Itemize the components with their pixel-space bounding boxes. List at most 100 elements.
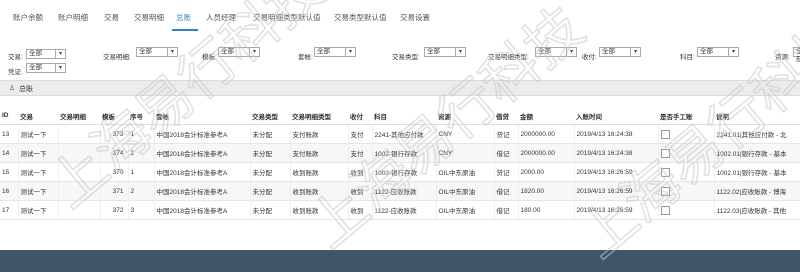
tab-general-ledger[interactable]: 总账 xyxy=(176,12,191,23)
table-header-row: ID 交易 交易明细 模板 序号 套帐 交易类型 交易明细类型 收付 科目 资源… xyxy=(0,107,800,125)
chevron-down-icon: ▾ xyxy=(630,48,640,56)
filter-select-resource[interactable]: 全部 xyxy=(793,47,800,63)
col-header-posting-time[interactable]: 入账时间 xyxy=(574,107,658,125)
tab-type-defaults[interactable]: 交易类型默认值 xyxy=(334,12,387,23)
filter-label-transaction: 交易: xyxy=(8,54,23,61)
cell-account: 1002-银行存款 xyxy=(372,162,437,182)
cell-id: 17 xyxy=(0,200,19,220)
filter-value-template: 全部 xyxy=(221,48,234,55)
filter-value-pay-receive: 全部 xyxy=(602,48,615,55)
col-header-description[interactable]: 说明 xyxy=(714,107,800,125)
filter-select-detail-type[interactable]: 全部 ▾ xyxy=(535,47,577,57)
active-tab-indicator xyxy=(172,29,198,31)
cell-transaction: 测试一下 xyxy=(18,143,59,163)
chevron-down-icon: ▾ xyxy=(249,48,259,56)
filter-value-ledger: 全部 xyxy=(317,48,330,55)
table-row[interactable]: 16 测试一下 371 2 中国2018会计标准参考A 未分配 收到账款 收到 … xyxy=(0,181,800,201)
manual-checkbox[interactable] xyxy=(660,167,670,177)
manual-checkbox[interactable] xyxy=(660,129,670,139)
filter-select-template[interactable]: 全部 ▾ xyxy=(218,47,260,57)
filter-value-transaction-detail: 全部 xyxy=(139,48,152,55)
cell-posting-time: 2019/4/13 16:26:59 xyxy=(574,181,659,201)
col-header-transaction-detail[interactable]: 交易明细 xyxy=(58,107,100,125)
filter-select-account[interactable]: 全部 ▾ xyxy=(697,47,739,57)
cell-template: 373 xyxy=(100,124,129,144)
col-header-ledger[interactable]: 套帐 xyxy=(154,107,250,125)
table-row[interactable]: 17 测试一下 372 3 中国2018会计标准参考A 未分配 收到账款 收到 … xyxy=(0,200,800,220)
cell-account: 1122-应收账款 xyxy=(372,200,437,220)
cell-ledger: 中国2018会计标准参考A xyxy=(154,143,251,163)
filter-value-transaction: 全部 xyxy=(29,50,42,57)
cell-description: 2241.01|其他应付款 - 北 xyxy=(714,124,800,144)
filter-label-detail-type: 交易明细类型: xyxy=(488,54,529,61)
col-header-transaction[interactable]: 交易 xyxy=(18,107,58,125)
cell-transaction-type: 未分配 xyxy=(250,162,291,182)
tab-person-manager[interactable]: 人员经理 xyxy=(206,12,236,23)
filter-label-account: 科目: xyxy=(680,54,695,61)
cell-detail-type: 收到账款 xyxy=(290,162,349,182)
col-header-resource[interactable]: 资源 xyxy=(436,107,494,125)
user-icon: ♙ xyxy=(9,85,16,92)
cell-amount: 180.00 xyxy=(518,200,575,220)
filter-select-transaction-type[interactable]: 全部 ▾ xyxy=(424,47,466,57)
cell-description: 1122.03|应收账款 - 其他 xyxy=(714,200,800,220)
manual-checkbox[interactable] xyxy=(660,186,670,196)
cell-seq: 2 xyxy=(128,181,155,201)
col-header-detail-type[interactable]: 交易明细类型 xyxy=(290,107,348,125)
col-header-template[interactable]: 模板 xyxy=(100,107,128,125)
cell-seq: 2 xyxy=(128,143,155,163)
table-row[interactable]: 15 测试一下 370 1 中国2018会计标准参考A 未分配 收到账款 收到 … xyxy=(0,162,800,182)
col-header-pay-receive[interactable]: 收付 xyxy=(348,107,372,125)
tab-transaction-detail[interactable]: 交易明细 xyxy=(134,12,164,23)
col-header-debit-credit[interactable]: 借贷 xyxy=(494,107,518,125)
filter-label-transaction-type: 交易类型: xyxy=(392,54,420,61)
cell-ledger: 中国2018会计标准参考A xyxy=(154,162,251,182)
cell-transaction-type: 未分配 xyxy=(250,200,291,220)
cell-seq: 3 xyxy=(128,200,155,220)
tab-account-detail[interactable]: 账户明细 xyxy=(58,12,88,23)
cell-pay-receive: 收到 xyxy=(348,162,373,182)
col-header-seq[interactable]: 序号 xyxy=(128,107,154,125)
filter-select-ledger[interactable]: 全部 ▾ xyxy=(314,47,356,57)
filter-select-transaction-detail[interactable]: 全部 ▾ xyxy=(136,47,178,57)
tab-transaction-settings[interactable]: 交易设置 xyxy=(400,12,430,23)
cell-transaction: 测试一下 xyxy=(18,200,59,220)
col-header-manual[interactable]: 是否手工账 xyxy=(658,107,714,125)
cell-account: 1122-应收账款 xyxy=(372,181,437,201)
col-header-id[interactable]: ID xyxy=(0,107,18,125)
filter-value-account: 全部 xyxy=(700,48,713,55)
cell-description: 1002.01|银行存款 - 基本 xyxy=(714,162,800,182)
tab-transaction[interactable]: 交易 xyxy=(104,12,119,23)
col-header-account[interactable]: 科目 xyxy=(372,107,436,125)
cell-resource: OIL中东原油 xyxy=(436,200,495,220)
col-header-amount[interactable]: 金额 xyxy=(518,107,574,125)
cell-manual xyxy=(658,124,715,144)
filter-value-voucher: 全部 xyxy=(29,64,42,71)
manual-checkbox[interactable] xyxy=(660,205,670,215)
col-header-transaction-type[interactable]: 交易类型 xyxy=(250,107,290,125)
table-row[interactable]: 13 测试一下 373 1 中国2018会计标准参考A 未分配 支付账款 支付 … xyxy=(0,124,800,144)
cell-transaction: 测试一下 xyxy=(18,162,59,182)
manual-checkbox[interactable] xyxy=(660,148,670,158)
tab-detail-type-defaults[interactable]: 交易明细类型默认值 xyxy=(253,12,321,23)
cell-transaction-type: 未分配 xyxy=(250,143,291,163)
chevron-down-icon: ▾ xyxy=(566,48,576,56)
table-row[interactable]: 14 测试一下 374 2 中国2018会计标准参考A 未分配 支付账款 支付 … xyxy=(0,143,800,163)
cell-transaction-detail xyxy=(58,124,101,144)
chevron-down-icon: ▾ xyxy=(728,48,738,56)
cell-debit-credit: 借记 xyxy=(494,143,519,163)
cell-template: 372 xyxy=(100,200,129,220)
cell-resource: CNY xyxy=(436,143,495,163)
filter-select-transaction[interactable]: 全部 ▾ xyxy=(26,49,66,59)
top-tab-bar: 账户余额 账户明细 交易 交易明细 总账 人员经理 交易明细类型默认值 交易类型… xyxy=(0,0,800,34)
filter-select-pay-receive[interactable]: 全部 ▾ xyxy=(599,47,641,57)
cell-posting-time: 2019/4/13 16:26:59 xyxy=(574,200,659,220)
cell-amount: 1820.00 xyxy=(518,181,575,201)
filter-label-pay-receive: 收付: xyxy=(582,54,597,61)
filter-select-voucher[interactable]: 全部 ▾ xyxy=(26,63,66,73)
chevron-down-icon: ▾ xyxy=(55,50,65,58)
tab-account-balance[interactable]: 账户余额 xyxy=(13,12,43,23)
cell-transaction: 测试一下 xyxy=(18,124,59,144)
cell-posting-time: 2019/4/13 16:24:38 xyxy=(574,143,659,163)
footer-bar xyxy=(0,250,800,272)
